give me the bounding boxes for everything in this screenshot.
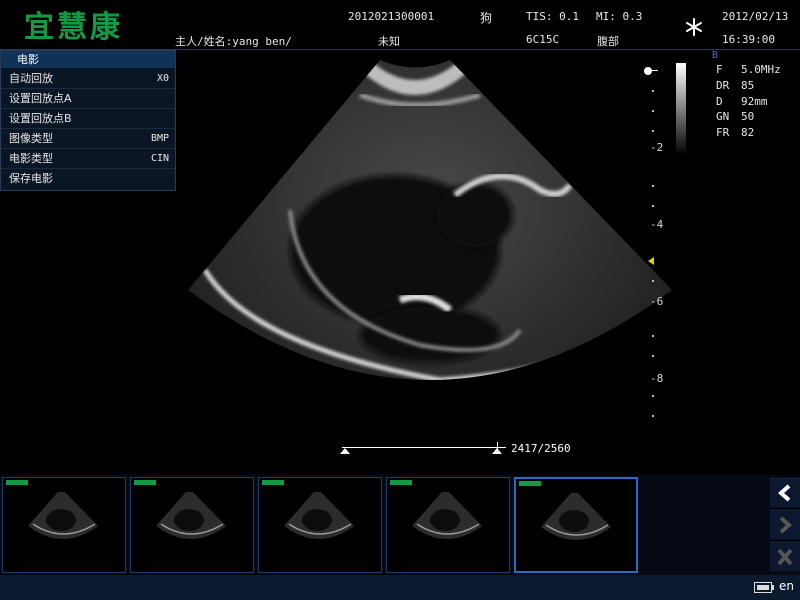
param-gain: GN 50 (716, 110, 755, 124)
param-frame-rate: FR 82 (716, 126, 755, 140)
image-parameters: F 5.0MHz DR 85 D 92mm GN 50 FR 82 (716, 63, 781, 142)
battery-icon (754, 582, 774, 593)
cine-progress-track[interactable] (342, 447, 506, 448)
close-icon (777, 548, 793, 566)
thumbnail-preview (6, 480, 98, 539)
cine-thumbnail[interactable] (514, 477, 638, 573)
thumbnail-preview (390, 480, 482, 539)
status-bar: en (0, 575, 800, 600)
depth-tick-label: -2 (650, 141, 664, 154)
param-frequency: F 5.0MHz (716, 63, 781, 76)
cine-thumbnail[interactable] (2, 477, 126, 573)
param-depth: D 92mm (716, 94, 768, 108)
focus-marker-line (652, 70, 658, 71)
focus-marker (644, 67, 652, 75)
delete-button[interactable] (770, 542, 800, 571)
frame-counter: 2417/2560 (511, 442, 571, 455)
depth-tick-label: -8 (650, 372, 664, 385)
cine-start-marker[interactable] (340, 448, 350, 454)
gray-map-bar (676, 63, 686, 155)
thumbnail-strip (0, 475, 800, 575)
cine-position-cursor[interactable] (496, 442, 498, 450)
param-dynamic-range: DR 85 (716, 78, 755, 92)
cine-thumbnail[interactable] (386, 477, 510, 573)
imaging-mode: B (712, 50, 719, 61)
language-indicator[interactable]: en (779, 579, 794, 593)
thumbnail-preview (262, 480, 354, 539)
next-page-button[interactable] (770, 510, 800, 539)
chevron-right-icon (779, 516, 793, 534)
cine-thumbnail[interactable] (258, 477, 382, 573)
cine-thumbnail[interactable] (130, 477, 254, 573)
thumbnail-preview (519, 481, 611, 540)
depth-scale (652, 80, 654, 420)
thumbnail-preview (134, 480, 226, 539)
depth-tick-label: -4 (650, 218, 664, 231)
chevron-left-icon (777, 484, 791, 502)
focus-position-marker (648, 257, 654, 265)
prev-page-button[interactable] (770, 478, 800, 507)
depth-tick-label: -6 (650, 295, 664, 308)
